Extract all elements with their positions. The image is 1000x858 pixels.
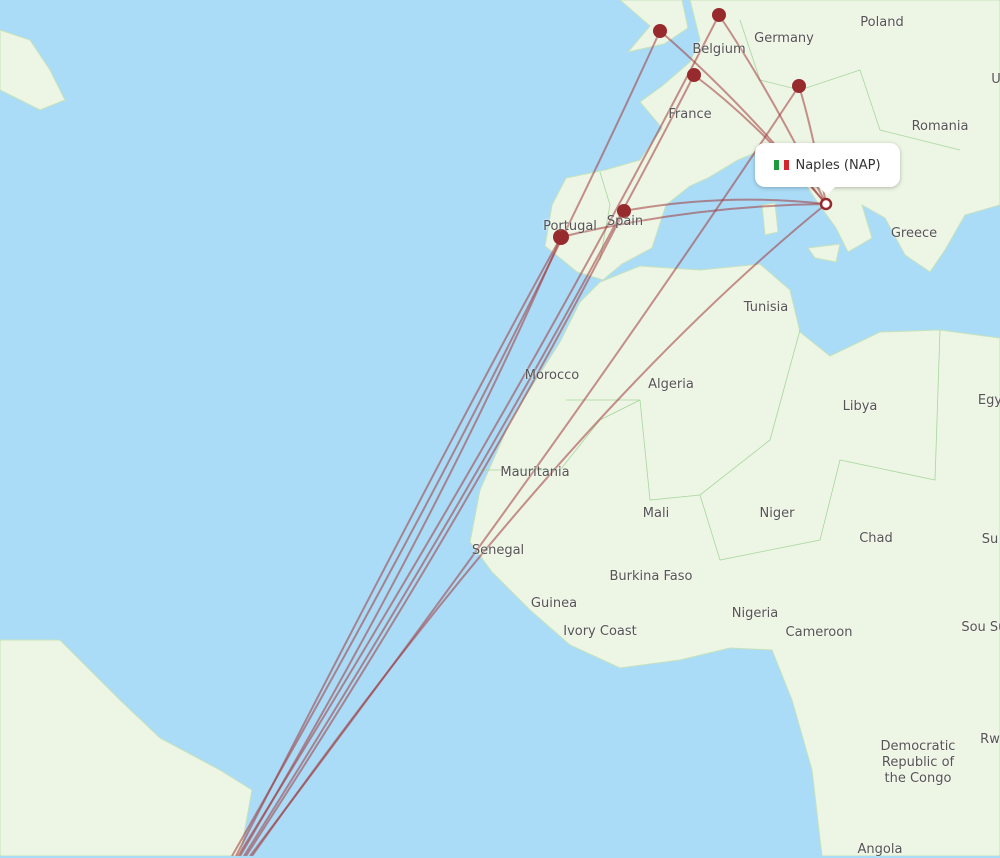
land-sicily — [807, 243, 841, 263]
map-label: Greece — [890, 226, 938, 241]
naples-airport-marker[interactable] — [819, 197, 833, 211]
map-label: Sou Sud — [961, 620, 1000, 635]
italy-flag-icon — [774, 160, 790, 170]
map-label: Cameroon — [785, 625, 853, 640]
map-label: Burkina Faso — [609, 569, 693, 584]
tooltip-label: Naples (NAP) — [795, 157, 881, 173]
airport-marker[interactable] — [653, 24, 667, 38]
land-south-america — [0, 639, 253, 856]
map-label: Guinea — [530, 596, 578, 611]
map-label: Senegal — [471, 543, 525, 558]
airport-marker[interactable] — [687, 68, 701, 82]
map-label: Su — [981, 532, 999, 547]
map-label: Ivory Coast — [563, 624, 637, 639]
map-label: Mauritania — [500, 465, 570, 480]
map-label: Spain — [606, 214, 644, 229]
map-label: Belgium — [692, 42, 746, 57]
airport-tooltip: Naples (NAP) — [755, 143, 900, 195]
map-label: Chad — [859, 531, 893, 546]
land-newfoundland — [0, 29, 66, 111]
map-label: Niger — [759, 506, 795, 521]
airport-marker[interactable] — [712, 8, 726, 22]
map-label: Rw — [980, 732, 1000, 747]
map-label: Nigeria — [731, 606, 779, 621]
map-label: Algeria — [648, 377, 694, 392]
map-label: Tunisia — [743, 300, 789, 315]
map-label: Germany — [754, 31, 814, 46]
map-label: U — [991, 72, 1000, 87]
map-label: France — [668, 107, 712, 122]
route-map[interactable] — [0, 0, 1000, 856]
map-label: Portugal — [543, 219, 597, 234]
map-label: Romania — [911, 119, 969, 134]
airport-marker[interactable] — [792, 79, 806, 93]
map-label: Morocco — [524, 368, 580, 383]
map-label: Democratic Republic of the Congo — [880, 739, 956, 786]
map-label: Poland — [860, 15, 904, 30]
map-label: Mali — [642, 506, 670, 521]
map-label: Libya — [842, 399, 878, 414]
land — [0, 0, 1000, 856]
map-label: Egy — [977, 393, 1000, 408]
land-sardinia — [761, 202, 779, 236]
